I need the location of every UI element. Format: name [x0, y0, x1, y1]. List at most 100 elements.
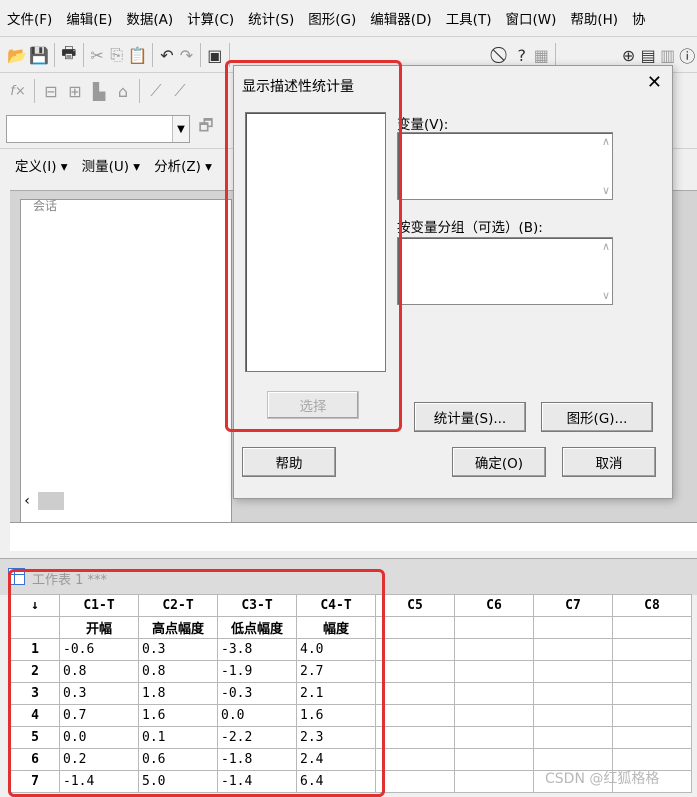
variables-label: 变量(V):	[397, 117, 449, 133]
cut-icon[interactable]: ✂	[88, 44, 106, 66]
table-cell[interactable]	[454, 660, 534, 683]
scroll-up-icon[interactable]: ∧	[602, 240, 610, 253]
table-cell[interactable]	[454, 704, 534, 727]
by-variable-field[interactable]: ∧ ∨	[397, 237, 613, 305]
menu-stat[interactable]: 统计(S)	[241, 8, 301, 28]
variables-field[interactable]: ∧ ∨	[397, 132, 613, 200]
column-name[interactable]	[612, 616, 692, 639]
divider	[34, 79, 35, 103]
table-cell[interactable]	[375, 770, 455, 793]
undo-icon[interactable]: ↶	[158, 44, 176, 66]
define-dropdown[interactable]: 定义(I) ▾	[8, 155, 75, 175]
divider	[555, 43, 556, 67]
column-header[interactable]: C6	[454, 594, 534, 617]
menu-tools[interactable]: 工具(T)	[439, 8, 499, 28]
column-header[interactable]: C8	[612, 594, 692, 617]
menu-calc[interactable]: 计算(C)	[180, 8, 241, 28]
save-icon[interactable]: 💾	[29, 44, 49, 66]
scroll-up-icon[interactable]: ∧	[602, 135, 610, 148]
worksheet-icon[interactable]: ▦	[533, 44, 551, 66]
table-cell[interactable]	[533, 660, 613, 683]
divider	[152, 43, 154, 67]
table-cell[interactable]	[454, 748, 534, 771]
table-cell[interactable]	[612, 638, 692, 661]
insert-col-icon[interactable]: ⊞	[64, 80, 86, 102]
scroll-left-icon[interactable]: ‹	[18, 492, 36, 510]
statistics-button[interactable]: 统计量(S)...	[414, 402, 526, 432]
chevron-down-icon[interactable]: ▼	[172, 116, 189, 142]
menu-bar: 文件(F) 编辑(E) 数据(A) 计算(C) 统计(S) 图形(G) 编辑器(…	[0, 0, 697, 36]
menu-extra[interactable]: 协	[625, 8, 653, 28]
measure-label: 测量(U)	[81, 159, 130, 175]
highlight-box-dialog	[225, 60, 402, 432]
divider	[139, 79, 140, 103]
close-icon[interactable]: ✕	[647, 72, 662, 93]
open-folder-icon[interactable]: 📂	[7, 44, 27, 66]
divider	[82, 43, 84, 67]
info-icon[interactable]: ⓘ	[678, 44, 696, 66]
tile-icon[interactable]: ▥	[659, 44, 677, 66]
menu-edit[interactable]: 编辑(E)	[59, 8, 119, 28]
analyze-dropdown[interactable]: 分析(Z) ▾	[147, 155, 219, 175]
menu-editor[interactable]: 编辑器(D)	[363, 8, 438, 28]
column-header[interactable]: C5	[375, 594, 455, 617]
no-icon[interactable]: ⃠	[493, 44, 511, 66]
highlight-box-worksheet	[8, 569, 385, 797]
scrollbar-thumb[interactable]	[38, 492, 64, 510]
divider	[54, 43, 56, 67]
table-cell[interactable]	[454, 638, 534, 661]
new-window-icon[interactable]: ⊕	[620, 44, 638, 66]
scroll-down-icon[interactable]: ∨	[602, 289, 610, 302]
command-combo[interactable]: ▼	[6, 115, 190, 143]
menu-file[interactable]: 文件(F)	[0, 8, 59, 28]
menu-data[interactable]: 数据(A)	[119, 8, 180, 28]
table-cell[interactable]	[375, 660, 455, 683]
ok-button[interactable]: 确定(O)	[452, 447, 546, 477]
table-cell[interactable]	[375, 682, 455, 705]
column-header[interactable]: C7	[533, 594, 613, 617]
column-name[interactable]	[375, 616, 455, 639]
help-icon[interactable]: ?	[513, 44, 531, 66]
table-cell[interactable]	[454, 682, 534, 705]
tool-icon[interactable]: ⟋	[169, 80, 191, 102]
table-cell[interactable]	[454, 726, 534, 749]
table-cell[interactable]	[375, 638, 455, 661]
scroll-down-icon[interactable]: ∨	[602, 184, 610, 197]
redo-icon[interactable]: ↷	[178, 44, 196, 66]
table-cell[interactable]	[375, 748, 455, 771]
windows-icon[interactable]: ▤	[639, 44, 657, 66]
brush-icon[interactable]: ⟋	[145, 80, 167, 102]
graphs-button[interactable]: 图形(G)...	[541, 402, 653, 432]
cancel-button[interactable]: 取消	[562, 447, 656, 477]
graph-icon[interactable]: ⌂	[112, 80, 134, 102]
table-cell[interactable]	[612, 726, 692, 749]
table-cell[interactable]	[612, 660, 692, 683]
table-cell[interactable]	[533, 704, 613, 727]
menu-help[interactable]: 帮助(H)	[563, 8, 625, 28]
column-name[interactable]	[454, 616, 534, 639]
dialog-icon[interactable]: ▣	[206, 44, 224, 66]
copy-icon[interactable]: ⎘	[108, 44, 126, 66]
print-icon[interactable]: 🖶	[60, 43, 78, 66]
help-button[interactable]: 帮助	[242, 447, 336, 477]
insert-row-icon[interactable]: ⊟	[40, 80, 62, 102]
session-content[interactable]: 会话	[20, 199, 232, 523]
table-cell[interactable]	[533, 638, 613, 661]
menu-window[interactable]: 窗口(W)	[498, 8, 563, 28]
analyze-label: 分析(Z)	[154, 159, 201, 175]
divider	[200, 43, 202, 67]
table-cell[interactable]	[612, 682, 692, 705]
column-name[interactable]	[533, 616, 613, 639]
chart-icon[interactable]: ▙	[88, 80, 110, 102]
menu-graph[interactable]: 图形(G)	[301, 8, 363, 28]
properties-icon[interactable]: 🗗	[195, 116, 217, 139]
table-cell[interactable]	[375, 704, 455, 727]
table-cell[interactable]	[454, 770, 534, 793]
measure-dropdown[interactable]: 测量(U) ▾	[75, 155, 148, 175]
table-cell[interactable]	[612, 704, 692, 727]
table-cell[interactable]	[375, 726, 455, 749]
table-cell[interactable]	[533, 726, 613, 749]
function-icon[interactable]: f×	[7, 80, 29, 102]
table-cell[interactable]	[533, 682, 613, 705]
paste-icon[interactable]: 📋	[127, 44, 147, 66]
